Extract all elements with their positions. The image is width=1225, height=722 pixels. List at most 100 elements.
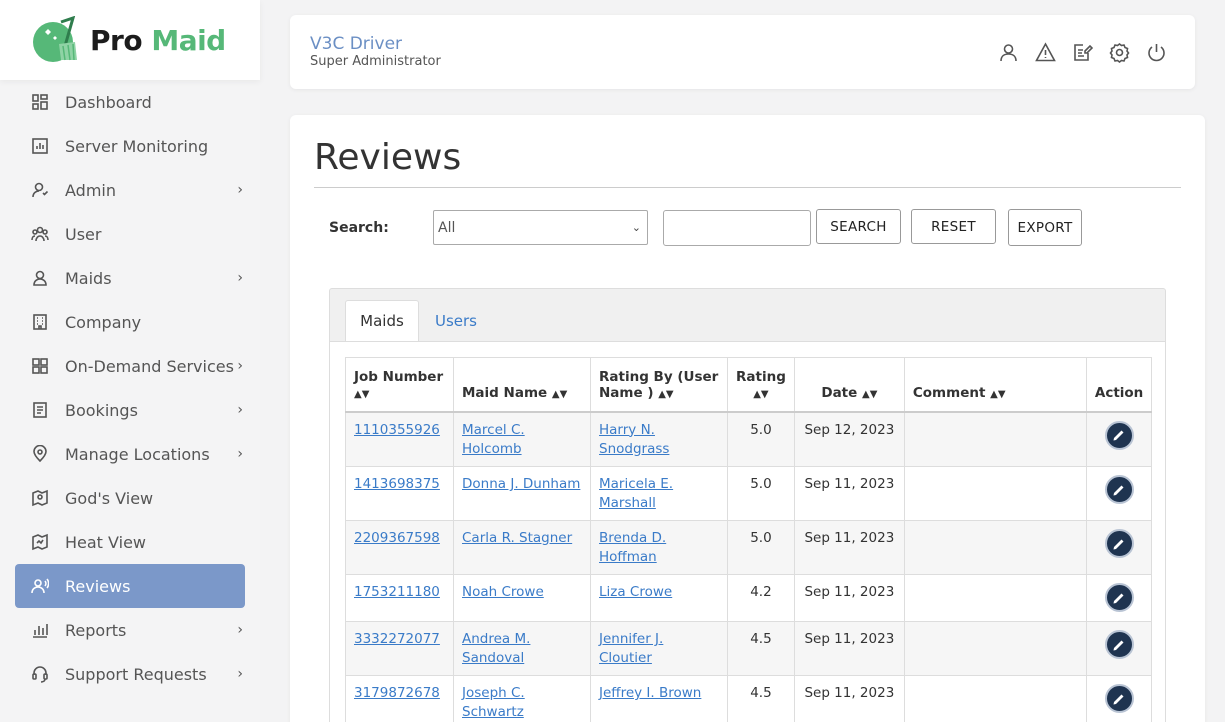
sort-icon: ▲▼	[551, 388, 568, 400]
review-comment	[903, 411, 1087, 467]
sidebar-item-admin[interactable]: Admin ›	[15, 168, 245, 212]
title-divider	[314, 187, 1181, 188]
chevron-right-icon: ›	[237, 182, 243, 198]
reviews-icon	[31, 577, 49, 595]
top-header: V3C Driver Super Administrator	[290, 15, 1195, 89]
export-button[interactable]: EXPORT	[1008, 209, 1082, 246]
search-filter-select[interactable]: All ⌄	[433, 210, 648, 245]
edit-review-button[interactable]	[1104, 420, 1134, 450]
reset-button[interactable]: RESET	[911, 209, 996, 244]
rating-by-link[interactable]: Brenda D. Hoffman	[599, 530, 666, 565]
admin-icon	[31, 181, 49, 199]
edit-review-button[interactable]	[1104, 630, 1134, 659]
users-icon	[31, 225, 49, 243]
sidebar-item-reviews[interactable]: Reviews	[15, 564, 245, 608]
user-name: V3C Driver	[310, 34, 403, 54]
job-number-link[interactable]: 3179872678	[354, 685, 440, 701]
chevron-right-icon: ›	[237, 666, 243, 682]
rating-by-link[interactable]: Maricela E. Marshall	[599, 476, 673, 511]
notes-icon[interactable]	[1072, 42, 1094, 63]
sort-icon: ▲▼	[753, 388, 769, 400]
table-row: 1753211180 Noah Crowe Liza Crowe 4.2 Sep…	[345, 574, 1153, 622]
rating-by-link[interactable]: Jeffrey I. Brown	[599, 685, 701, 701]
sidebar-item-dashboard[interactable]: Dashboard	[15, 80, 245, 124]
building-icon	[31, 313, 49, 331]
chevron-right-icon: ›	[237, 446, 243, 462]
maid-name-link[interactable]: Joseph C. Schwartz	[462, 685, 525, 720]
settings-icon[interactable]	[1109, 42, 1130, 63]
job-number-link[interactable]: 1413698375	[354, 476, 440, 492]
job-number-link[interactable]: 1110355926	[354, 422, 440, 438]
rating-value: 5.0	[727, 411, 795, 467]
column-header-rating[interactable]: Rating ▲▼	[727, 357, 795, 413]
dashboard-icon	[31, 93, 49, 111]
broom-logo-icon	[31, 15, 79, 64]
sidebar-item-manage-locations[interactable]: Manage Locations ›	[15, 432, 245, 476]
chevron-right-icon: ›	[237, 270, 243, 286]
tab-maids[interactable]: Maids	[345, 300, 419, 341]
review-comment	[903, 574, 1087, 622]
search-input[interactable]	[663, 210, 811, 246]
review-date: Sep 11, 2023	[793, 466, 905, 521]
review-date: Sep 12, 2023	[793, 411, 905, 467]
table-row: 2209367598 Carla R. Stagner Brenda D. Ho…	[345, 520, 1153, 575]
table-row: 3332272077 Andrea M. Sandoval Jennifer J…	[345, 621, 1153, 676]
pencil-icon	[1113, 694, 1124, 704]
brand-name: Pro Maid	[90, 23, 226, 57]
map-view-icon	[31, 489, 49, 507]
rating-value: 4.5	[727, 621, 795, 676]
chevron-down-icon: ⌄	[631, 221, 641, 234]
maid-name-link[interactable]: Donna J. Dunham	[462, 476, 580, 492]
job-number-link[interactable]: 2209367598	[354, 530, 440, 546]
rating-by-link[interactable]: Jennifer J. Cloutier	[599, 631, 663, 666]
maid-name-link[interactable]: Marcel C. Holcomb	[462, 422, 525, 457]
column-header-maid-name[interactable]: Maid Name ▲▼	[453, 357, 591, 413]
pencil-icon	[1113, 640, 1124, 650]
sidebar-item-support-requests[interactable]: Support Requests ›	[15, 652, 245, 696]
server-monitoring-icon	[31, 137, 49, 155]
maid-name-link[interactable]: Noah Crowe	[462, 584, 544, 600]
sidebar-item-maids[interactable]: Maids ›	[15, 256, 245, 300]
services-icon	[31, 357, 49, 375]
sidebar-item-server-monitoring[interactable]: Server Monitoring	[15, 124, 245, 168]
power-icon[interactable]	[1146, 42, 1167, 63]
logo[interactable]: Pro Maid	[0, 0, 260, 80]
sidebar-item-heat-view[interactable]: Heat View	[15, 520, 245, 564]
column-header-job-number[interactable]: Job Number ▲▼	[345, 357, 454, 413]
pencil-icon	[1113, 593, 1124, 603]
alert-icon[interactable]	[1035, 42, 1056, 63]
rating-value: 5.0	[727, 520, 795, 575]
sidebar-item-user[interactable]: User	[15, 212, 245, 256]
rating-by-link[interactable]: Liza Crowe	[599, 584, 672, 600]
rating-by-link[interactable]: Harry N. Snodgrass	[599, 422, 669, 457]
review-comment	[903, 466, 1087, 521]
sidebar-item-reports[interactable]: Reports ›	[15, 608, 245, 652]
chevron-right-icon: ›	[237, 358, 243, 374]
table-row: 1413698375 Donna J. Dunham Maricela E. M…	[345, 466, 1153, 521]
sidebar: Pro Maid Dashboard Server Monitoring Adm…	[0, 0, 260, 722]
edit-review-button[interactable]	[1104, 583, 1134, 612]
edit-review-button[interactable]	[1104, 684, 1134, 713]
edit-review-button[interactable]	[1104, 475, 1134, 504]
review-date: Sep 11, 2023	[793, 621, 905, 676]
tab-users[interactable]: Users	[422, 300, 490, 341]
column-header-comment[interactable]: Comment ▲▼	[903, 357, 1087, 413]
review-comment	[903, 621, 1087, 676]
maid-name-link[interactable]: Andrea M. Sandoval	[462, 631, 530, 666]
rating-value: 5.0	[727, 466, 795, 521]
rating-value: 4.2	[727, 574, 795, 622]
sidebar-item-bookings[interactable]: Bookings ›	[15, 388, 245, 432]
user-role: Super Administrator	[310, 54, 441, 69]
maid-name-link[interactable]: Carla R. Stagner	[462, 530, 572, 546]
reports-icon	[31, 621, 49, 639]
sidebar-item-on-demand-services[interactable]: On-Demand Services ›	[15, 344, 245, 388]
sidebar-item-company[interactable]: Company	[15, 300, 245, 344]
column-header-rating-by[interactable]: Rating By (User Name ) ▲▼	[590, 357, 728, 413]
search-button[interactable]: SEARCH	[816, 209, 901, 244]
profile-icon[interactable]	[998, 42, 1019, 63]
edit-review-button[interactable]	[1104, 529, 1134, 558]
job-number-link[interactable]: 3332272077	[354, 631, 440, 647]
column-header-date[interactable]: Date ▲▼	[793, 357, 905, 413]
job-number-link[interactable]: 1753211180	[354, 584, 440, 600]
sidebar-item-gods-view[interactable]: God's View	[15, 476, 245, 520]
